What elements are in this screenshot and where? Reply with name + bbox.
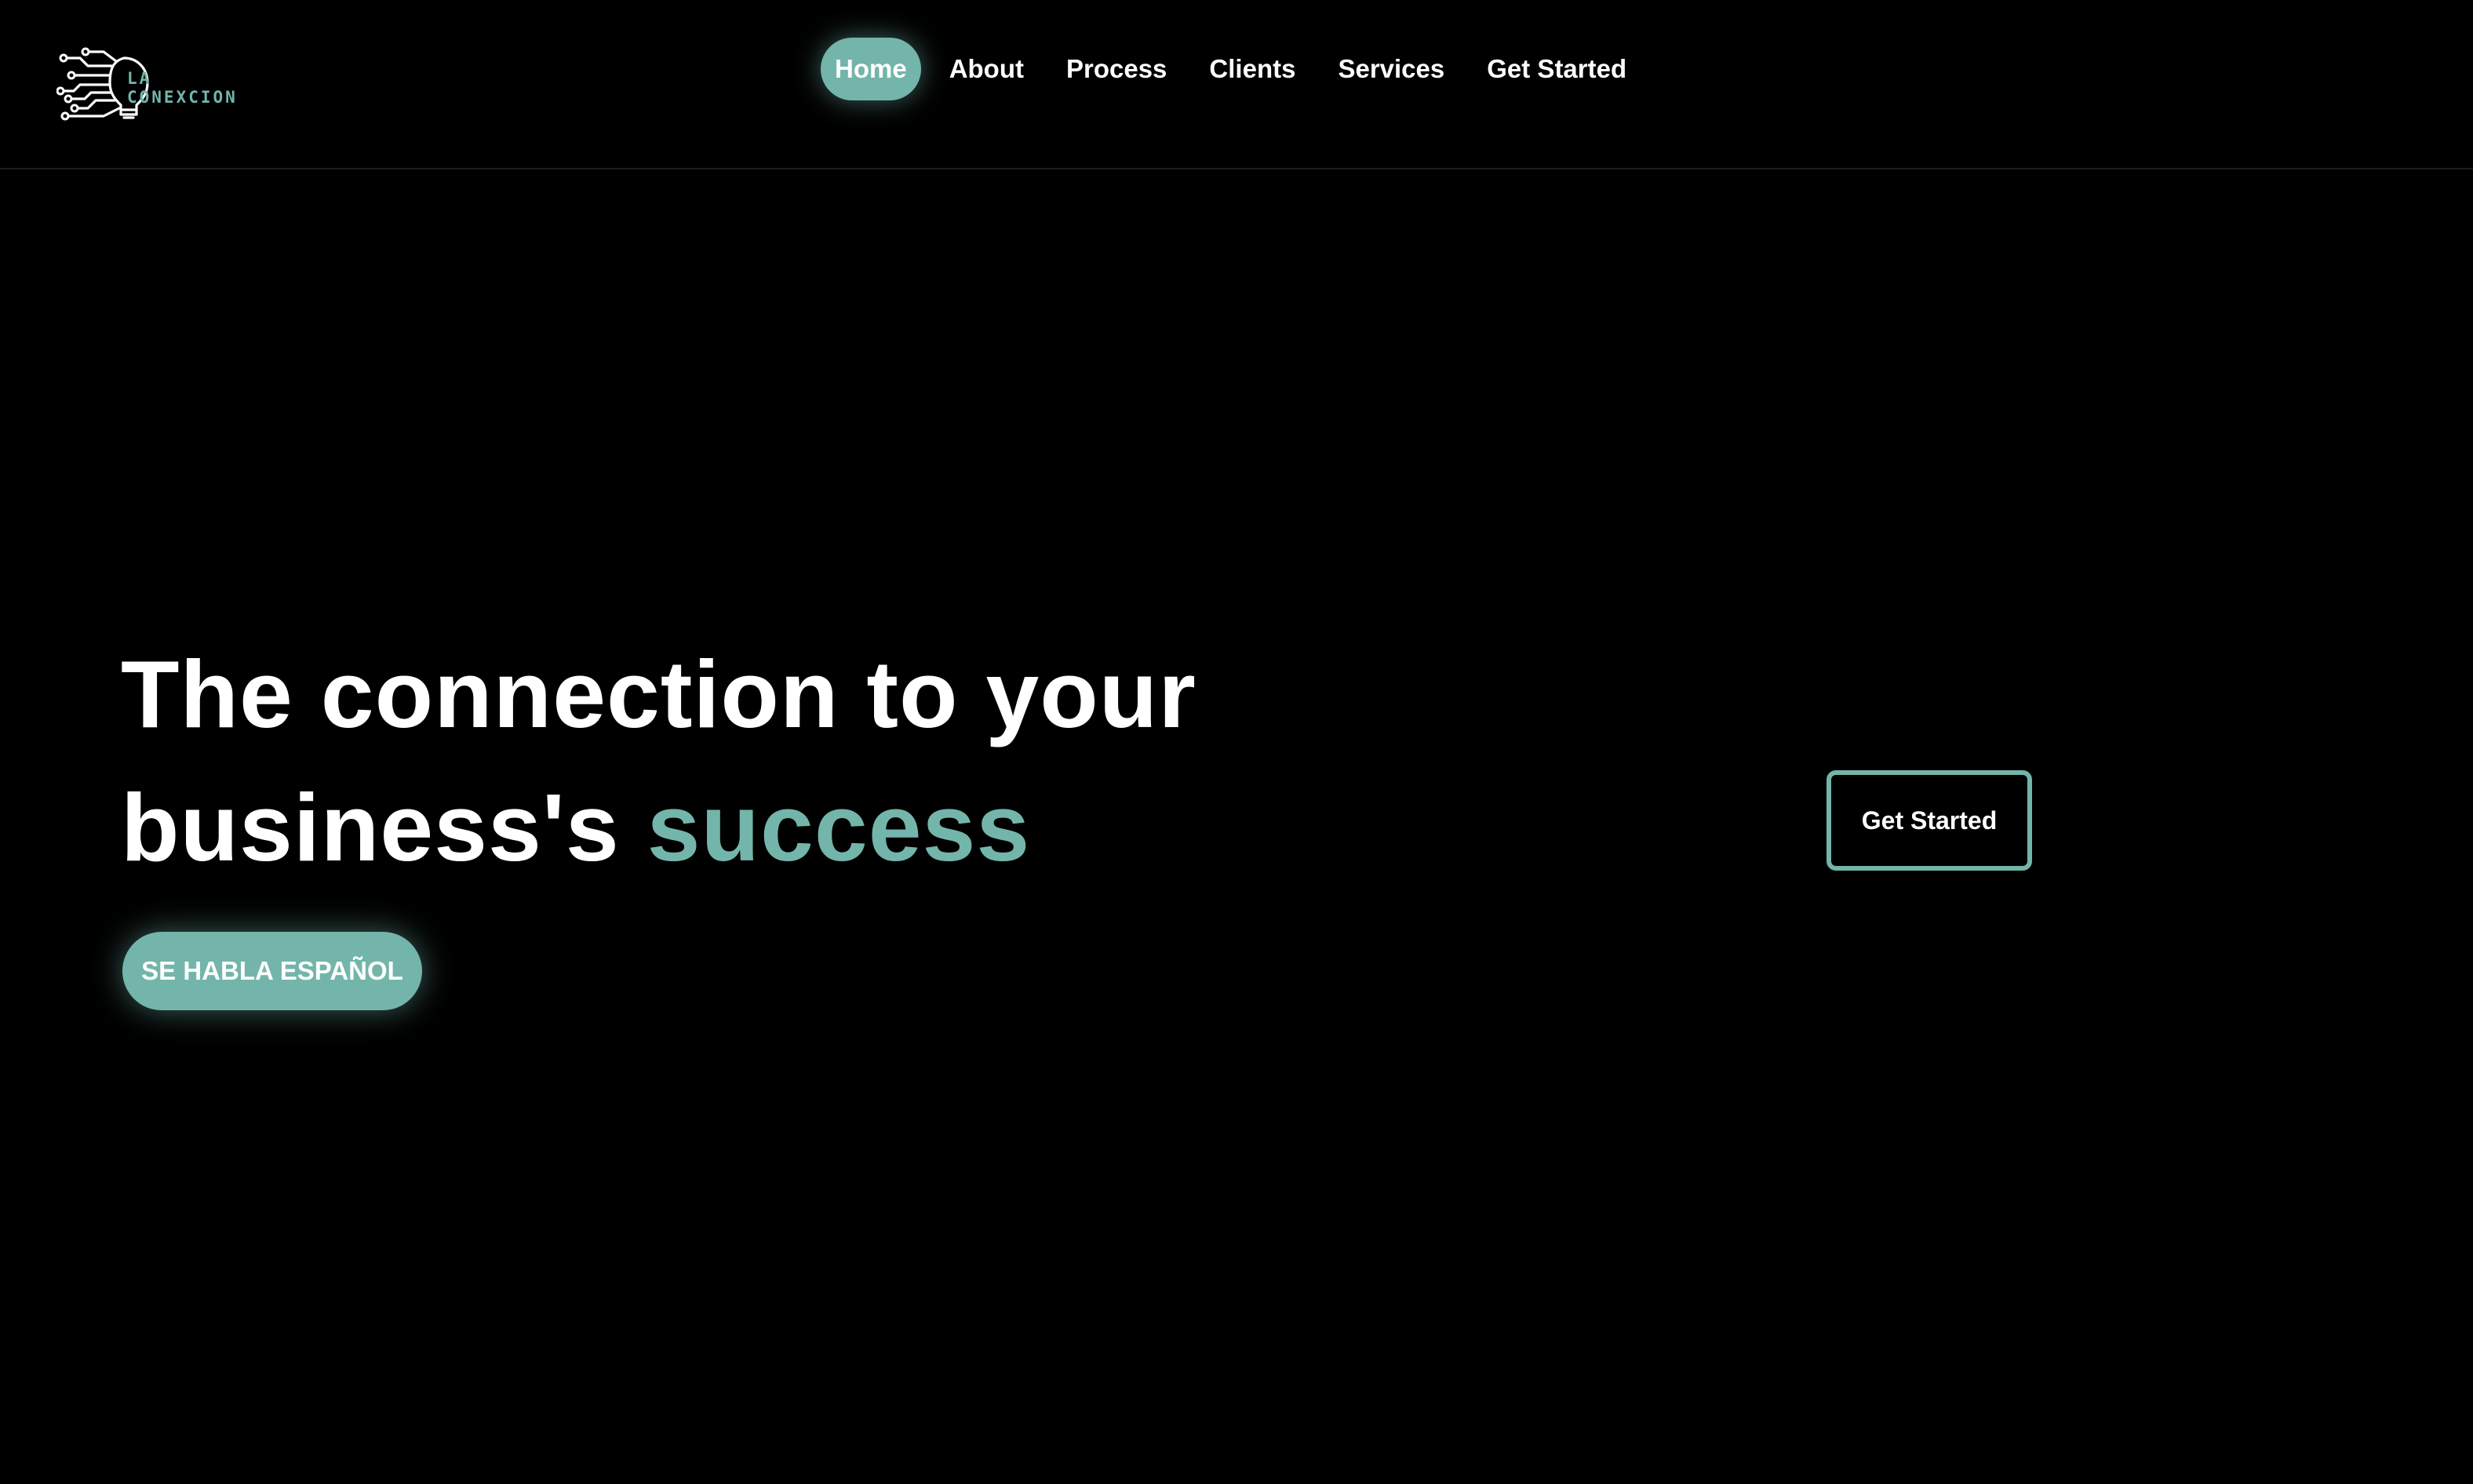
main-nav: Home About Process Clients Services Get … xyxy=(821,38,1655,100)
brand-line-la: LA xyxy=(127,69,152,88)
nav-item-clients[interactable]: Clients xyxy=(1195,38,1309,100)
brand-line-conexcion: CONEXCION xyxy=(127,88,238,107)
page: LA CONEXCION Home About Process Clients … xyxy=(0,0,2473,1484)
hero-title: The connection to your business's succes… xyxy=(121,627,1196,894)
nav-item-process[interactable]: Process xyxy=(1052,38,1181,100)
nav-item-get-started[interactable]: Get Started xyxy=(1473,38,1641,100)
se-habla-espanol-button[interactable]: SE HABLA ESPAÑOL xyxy=(122,932,422,1010)
site-header: LA CONEXCION Home About Process Clients … xyxy=(0,0,2473,169)
nav-item-services[interactable]: Services xyxy=(1324,38,1459,100)
brand-wordmark[interactable]: LA CONEXCION xyxy=(127,69,238,107)
hero-title-accent: success xyxy=(646,774,1031,881)
hero-title-line1: The connection to your xyxy=(121,641,1196,747)
nav-item-about[interactable]: About xyxy=(935,38,1038,100)
get-started-button[interactable]: Get Started xyxy=(1827,770,2032,871)
nav-item-home[interactable]: Home xyxy=(821,38,921,100)
hero-title-line2: business's xyxy=(121,774,647,881)
